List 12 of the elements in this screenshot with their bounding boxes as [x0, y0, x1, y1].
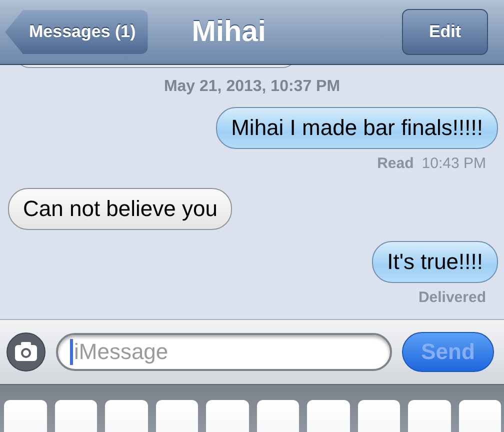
receipt-status: Read [377, 155, 414, 172]
receipt-status: Delivered [418, 289, 486, 306]
timestamp: May 21, 2013, 10:37 PM [164, 78, 340, 96]
sent-message-bubble: It's true!!!! [372, 241, 498, 283]
received-message-bubble: Can not believe you [8, 188, 232, 230]
back-button[interactable]: Messages (1) [5, 10, 148, 54]
edit-button[interactable]: Edit [402, 9, 488, 55]
conversation-title: Mihai [190, 16, 267, 48]
camera-icon[interactable] [6, 332, 46, 372]
sent-message-bubble: Mihai I made bar finals!!!!! [216, 107, 498, 149]
receipt-time: 10:43 PM [422, 155, 486, 172]
message-input-field[interactable]: iMessage [56, 333, 392, 371]
